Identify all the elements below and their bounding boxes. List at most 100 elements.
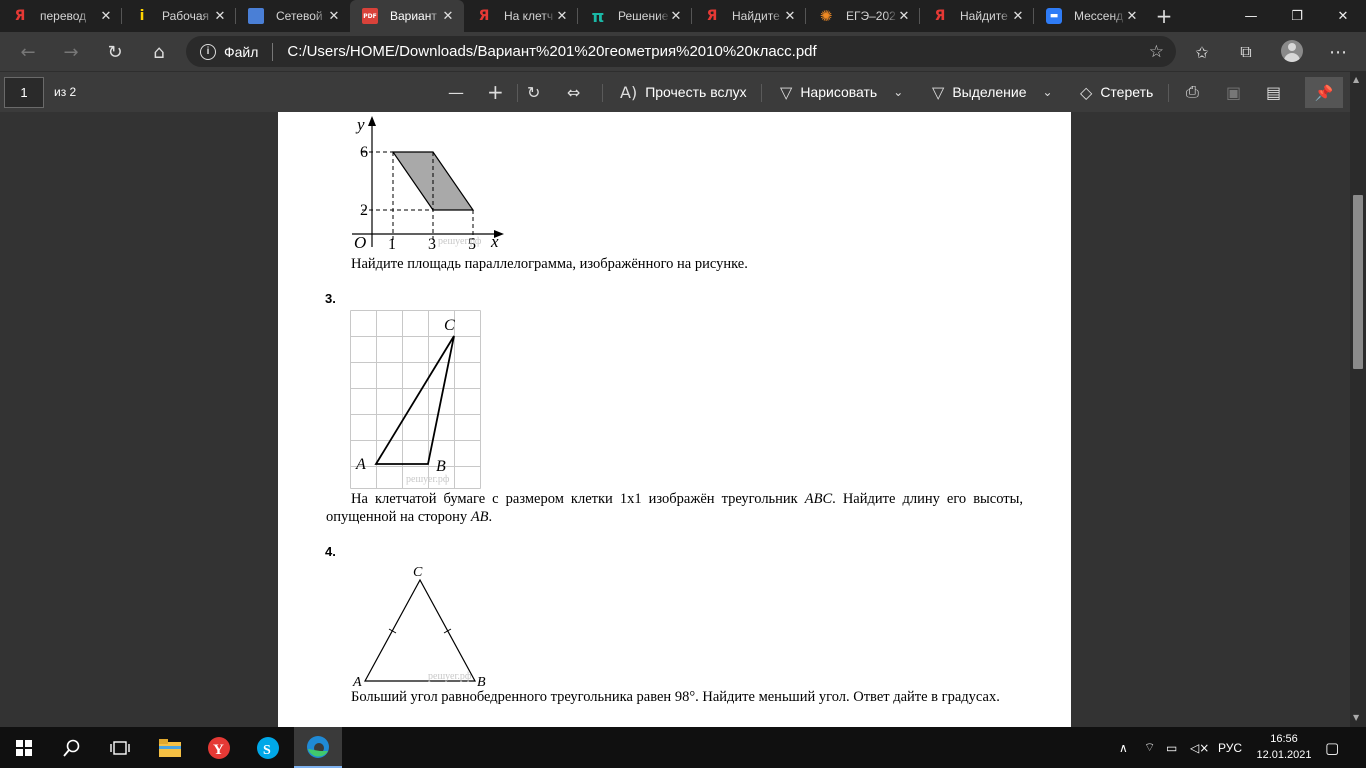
x-tick-label: 3 <box>428 236 436 253</box>
minimize-button[interactable]: — <box>1228 0 1274 32</box>
triangle-name: ABC <box>804 491 833 507</box>
close-icon[interactable]: ✕ <box>896 8 912 24</box>
tab-title: На клетч <box>504 9 554 23</box>
battery-icon[interactable]: ▭ <box>1166 727 1177 768</box>
save-as-icon[interactable]: ▤ <box>1266 83 1281 102</box>
vertex-c-label: C <box>413 565 423 580</box>
watermark: решуег.рф <box>438 236 482 247</box>
pin-icon[interactable]: 📌 <box>1305 77 1343 108</box>
rotate-icon[interactable]: ↻ <box>527 83 540 102</box>
close-icon[interactable]: ✕ <box>782 8 798 24</box>
print-icon[interactable]: ⎙ <box>1186 82 1199 102</box>
zoom-out-icon[interactable]: — <box>448 83 464 102</box>
restore-button[interactable]: ❐ <box>1274 0 1320 32</box>
yandex-icon: Я <box>478 8 490 24</box>
tab-solution[interactable]: π Решение ✕ <box>578 0 692 32</box>
close-icon[interactable]: ✕ <box>98 8 114 24</box>
yandex-browser-icon[interactable]: Y <box>195 727 243 768</box>
edge-browser-icon[interactable] <box>294 727 342 768</box>
favorites-icon[interactable]: ✩ <box>1188 38 1216 66</box>
question-3-number: 3. <box>325 291 336 306</box>
question-3-text: На клетчатой бумаге с размером клетки 1х… <box>326 490 1023 526</box>
tab-title: Найдите <box>960 9 1008 23</box>
file-explorer-icon[interactable] <box>146 727 194 768</box>
eraser-icon: ◇ <box>1080 82 1093 102</box>
close-icon[interactable]: ✕ <box>1010 8 1026 24</box>
zoom-in-icon[interactable]: + <box>487 80 504 104</box>
tab-messenger[interactable]: ▬ Мессенд ✕ <box>1034 0 1148 32</box>
favorite-star-icon[interactable]: ☆ <box>1149 42 1164 62</box>
close-icon[interactable]: ✕ <box>212 8 228 24</box>
task-view-icon[interactable] <box>96 727 144 768</box>
close-icon[interactable]: ✕ <box>326 8 342 24</box>
close-icon[interactable]: ✕ <box>440 8 456 24</box>
erase-label: Стереть <box>1100 84 1154 100</box>
tab-workbook[interactable]: i Рабочая ✕ <box>122 0 236 32</box>
scroll-thumb[interactable] <box>1353 195 1363 369</box>
draw-button[interactable]: ▽ Нарисовать ⌄ <box>780 78 903 106</box>
new-tab-button[interactable]: + <box>1152 4 1176 28</box>
page-number-input[interactable]: 1 <box>4 77 44 108</box>
more-menu-icon[interactable]: ⋯ <box>1324 38 1352 66</box>
vertex-a-label: A <box>355 456 366 473</box>
profile-avatar[interactable] <box>1281 40 1303 62</box>
pdf-toolbar: 1 из 2 — + ↻ ⇔ A) Прочесть вслух ▽ Нарис… <box>0 71 1366 112</box>
origin-label: O <box>354 233 366 252</box>
vertex-b-label: B <box>436 458 446 475</box>
clock[interactable]: 16:56 12.01.2021 <box>1254 731 1314 763</box>
address-url[interactable]: C:/Users/HOME/Downloads/Вариант%201%20ге… <box>287 43 816 60</box>
info-icon[interactable]: i <box>200 43 216 60</box>
y-axis-label: y <box>355 115 365 134</box>
tab-variant[interactable]: PDF Вариант ✕ <box>350 0 464 32</box>
network-icon[interactable]: ⌔ <box>1144 727 1155 768</box>
x-axis-label: x <box>490 232 499 251</box>
search-icon[interactable] <box>48 727 96 768</box>
close-icon[interactable]: ✕ <box>554 8 570 24</box>
draw-label: Нарисовать <box>800 84 878 100</box>
chevron-up-icon[interactable]: ∧ <box>1119 727 1128 768</box>
read-aloud-button[interactable]: A) Прочесть вслух <box>620 78 747 106</box>
tab-network[interactable]: Сетевой ✕ <box>236 0 350 32</box>
notifications-icon[interactable]: ▢ <box>1325 727 1339 768</box>
clock-date: 12.01.2021 <box>1256 749 1312 761</box>
yandex-icon: Я <box>706 8 718 24</box>
refresh-icon[interactable]: ↻ <box>101 38 129 66</box>
address-bar[interactable]: i Файл C:/Users/HOME/Downloads/Вариант%2… <box>186 36 1176 67</box>
home-icon[interactable]: ⌂ <box>145 38 173 66</box>
vertical-scrollbar[interactable]: ▲ ▼ <box>1350 71 1366 727</box>
forward-arrow-icon[interactable]: → <box>57 38 85 66</box>
tab-translate[interactable]: Я перевод ✕ <box>0 0 122 32</box>
tab-ege[interactable]: ✺ ЕГЭ–202 ✕ <box>806 0 920 32</box>
tab-grid-paper[interactable]: Я На клетч ✕ <box>464 0 578 32</box>
tab-find-2[interactable]: Я Найдите ✕ <box>920 0 1034 32</box>
close-icon[interactable]: ✕ <box>668 8 684 24</box>
erase-button[interactable]: ◇ Стереть <box>1080 78 1153 106</box>
y-axis-arrow <box>368 116 376 126</box>
triangle-abc <box>374 335 455 465</box>
highlight-button[interactable]: ▽ Выделение ⌄ <box>932 78 1053 106</box>
y-tick-label: 6 <box>360 144 368 161</box>
tab-find-1[interactable]: Я Найдите ✕ <box>692 0 806 32</box>
taskbar: Y S ∧ ⌔ ▭ ◁× РУС 16:56 12.01.2021 ▢ <box>0 727 1366 768</box>
collections-icon[interactable]: ⧉ <box>1232 38 1260 66</box>
close-window-button[interactable]: ✕ <box>1320 0 1366 32</box>
chevron-down-icon[interactable]: ⌄ <box>893 85 903 99</box>
tab-title: Мессенд <box>1074 9 1124 23</box>
close-icon[interactable]: ✕ <box>1124 8 1140 24</box>
back-arrow-icon[interactable]: ← <box>14 38 42 66</box>
y-tick-label: 2 <box>360 202 368 219</box>
windows-start-icon[interactable] <box>0 727 48 768</box>
language-indicator[interactable]: РУС <box>1218 727 1242 768</box>
volume-icon[interactable]: ◁× <box>1190 727 1209 768</box>
skype-icon[interactable]: S <box>244 727 292 768</box>
save-icon[interactable]: ▣ <box>1226 83 1241 102</box>
question-3-text-part: На клетчатой бумаге с размером клетки 1х… <box>351 491 805 507</box>
chevron-down-icon[interactable]: ⌄ <box>1043 85 1053 99</box>
highlight-label: Выделение <box>952 84 1027 100</box>
highlight-icon: ▽ <box>932 82 945 102</box>
navigation-bar: ← → ↻ ⌂ i Файл C:/Users/HOME/Downloads/В… <box>0 32 1366 71</box>
scroll-up-icon[interactable]: ▲ <box>1353 75 1359 84</box>
fit-page-icon[interactable]: ⇔ <box>567 83 580 102</box>
tab-title: Сетевой <box>276 9 323 23</box>
scroll-down-icon[interactable]: ▼ <box>1353 713 1359 722</box>
